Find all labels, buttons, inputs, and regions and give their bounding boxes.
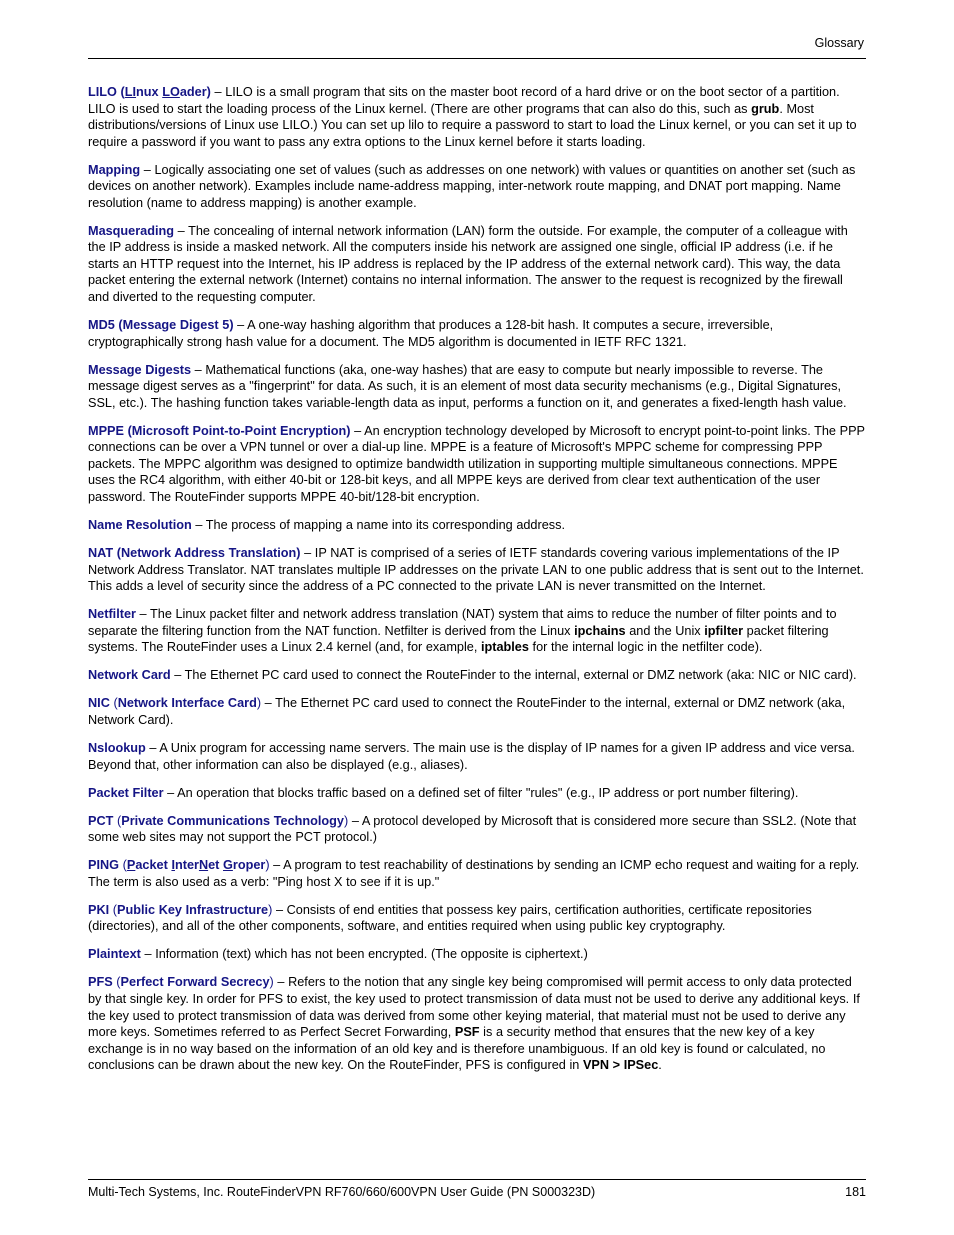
term-lilo-exp-0: LI bbox=[124, 85, 137, 99]
glossary-entry-nic: NIC (Network Interface Card) – The Ether… bbox=[88, 695, 866, 728]
term-lilo: LILO bbox=[88, 85, 117, 99]
term-pct: PCT bbox=[88, 813, 114, 828]
term-ping-exp-5: et bbox=[208, 858, 224, 873]
term-netfilter: Netfilter bbox=[88, 607, 136, 622]
term-nslookup: Nslookup bbox=[88, 741, 146, 755]
glossary-entry-plaintext: Plaintext – Information (text) which has… bbox=[88, 946, 866, 963]
term-pki: PKI bbox=[88, 902, 110, 917]
footer-row: Multi-Tech Systems, Inc. RouteFinderVPN … bbox=[88, 1185, 866, 1200]
body-lilo-bold-grub: grub bbox=[751, 101, 780, 116]
term-lilo-paren-open: ( bbox=[116, 85, 125, 99]
term-name-resolution: Name Resolution bbox=[88, 518, 192, 533]
term-pki-paren-open: ( bbox=[109, 902, 118, 917]
page-header: Glossary bbox=[88, 36, 866, 62]
term-ping-paren-open: ( bbox=[119, 858, 127, 873]
footer-source: Multi-Tech Systems, Inc. RouteFinderVPN … bbox=[88, 1185, 596, 1199]
body-netfilter-bold-ipchains: ipchains bbox=[574, 623, 626, 638]
document-page: Glossary LILO (LInux LOader) – LILO is a… bbox=[0, 0, 954, 1235]
term-packet-filter: Packet Filter bbox=[88, 785, 164, 800]
term-pfs: PFS bbox=[88, 975, 113, 990]
term-lilo-exp-1: nux bbox=[136, 85, 163, 99]
term-nic-paren-open: ( bbox=[109, 696, 118, 711]
term-pki-expansion: Public Key Infrastructure bbox=[117, 902, 269, 917]
glossary-entry-mppe: MPPE (Microsoft Point-to-Point Encryptio… bbox=[88, 423, 866, 506]
body-mapping: – Logically associating one set of value… bbox=[88, 162, 856, 210]
term-ping-exp-3: nter bbox=[174, 858, 199, 873]
glossary-entry-packet-filter: Packet Filter – An operation that blocks… bbox=[88, 785, 866, 802]
body-plaintext: – Information (text) which has not been … bbox=[140, 947, 588, 962]
body-pfs-bold-vpn-ipsec: VPN > IPSec bbox=[582, 1058, 659, 1073]
glossary-entry-lilo: LILO (LInux LOader) – LILO is a small pr… bbox=[88, 84, 866, 150]
glossary-entry-ping: PING (Packet InterNet Groper) – A progra… bbox=[88, 857, 866, 890]
body-name-resolution: – The process of mapping a name into its… bbox=[191, 518, 565, 533]
glossary-entry-masquerading: Masquerading – The concealing of interna… bbox=[88, 223, 866, 306]
glossary-entry-pki: PKI (Public Key Infrastructure) – Consis… bbox=[88, 902, 866, 935]
glossary-entry-message-digests: Message Digests – Mathematical functions… bbox=[88, 362, 866, 412]
glossary-entry-pct: PCT (Private Communications Technology) … bbox=[88, 813, 866, 846]
glossary-entry-nat: NAT (Network Address Translation) – IP N… bbox=[88, 545, 866, 595]
term-nic-expansion: Network Interface Card bbox=[117, 696, 257, 711]
body-network-card: – The Ethernet PC card used to connect t… bbox=[170, 668, 857, 683]
body-netfilter-tail: for the internal logic in the netfilter … bbox=[528, 640, 763, 655]
body-packet-filter: – An operation that blocks traffic based… bbox=[163, 785, 799, 800]
term-nat: NAT (Network Address Translation) bbox=[88, 546, 301, 561]
term-ping: PING bbox=[88, 858, 120, 873]
glossary-entry-md5: MD5 (Message Digest 5) – A one-way hashi… bbox=[88, 317, 866, 350]
body-netfilter-mid: and the Unix bbox=[625, 623, 705, 638]
body-pfs-tail: . bbox=[658, 1058, 662, 1073]
term-pfs-paren-open: ( bbox=[112, 975, 121, 990]
term-message-digests: Message Digests bbox=[88, 362, 192, 377]
term-ping-exp-1: acket bbox=[135, 858, 172, 873]
header-title: Glossary bbox=[814, 36, 864, 50]
term-pfs-expansion: Perfect Forward Secrecy bbox=[120, 975, 270, 990]
glossary-entry-netfilter: Netfilter – The Linux packet filter and … bbox=[88, 606, 866, 656]
glossary-entry-name-resolution: Name Resolution – The process of mapping… bbox=[88, 517, 866, 534]
body-pfs-bold-psf: PSF bbox=[454, 1025, 480, 1040]
glossary-entry-pfs: PFS (Perfect Forward Secrecy) – Refers t… bbox=[88, 974, 866, 1073]
body-nslookup: – A Unix program for accessing name serv… bbox=[88, 741, 855, 772]
header-divider bbox=[88, 58, 866, 59]
body-netfilter-bold-iptables: iptables bbox=[480, 640, 529, 655]
glossary-entry-network-card: Network Card – The Ethernet PC card used… bbox=[88, 667, 866, 684]
term-lilo-exp-3: ader bbox=[179, 85, 207, 99]
term-md5: MD5 (Message Digest 5) bbox=[88, 318, 234, 333]
footer-page-number: 181 bbox=[845, 1185, 866, 1199]
term-lilo-exp-2: LO bbox=[162, 85, 180, 99]
term-pct-expansion: Private Communications Technology bbox=[121, 813, 344, 828]
term-nic: NIC bbox=[88, 696, 110, 711]
page-footer: Multi-Tech Systems, Inc. RouteFinderVPN … bbox=[88, 1179, 866, 1207]
body-message-digests: – Mathematical functions (aka, one-way h… bbox=[88, 362, 847, 410]
body-netfilter-bold-ipfilter: ipfilter bbox=[704, 623, 744, 638]
body-masquerading: – The concealing of internal network inf… bbox=[88, 223, 848, 305]
term-network-card: Network Card bbox=[88, 668, 171, 683]
term-ping-exp-6: G bbox=[223, 858, 233, 873]
term-mppe: MPPE (Microsoft Point-to-Point Encryptio… bbox=[88, 423, 351, 438]
term-plaintext: Plaintext bbox=[88, 947, 141, 962]
glossary-entry-nslookup: Nslookup – A Unix program for accessing … bbox=[88, 740, 866, 773]
term-ping-exp-4: N bbox=[198, 858, 209, 873]
term-mapping: Mapping bbox=[88, 162, 141, 177]
glossary-entry-mapping: Mapping – Logically associating one set … bbox=[88, 162, 866, 212]
footer-divider bbox=[88, 1179, 866, 1180]
glossary-entries: LILO (LInux LOader) – LILO is a small pr… bbox=[88, 84, 866, 1074]
term-masquerading: Masquerading bbox=[88, 223, 175, 238]
term-ping-exp-7: roper bbox=[232, 858, 266, 873]
